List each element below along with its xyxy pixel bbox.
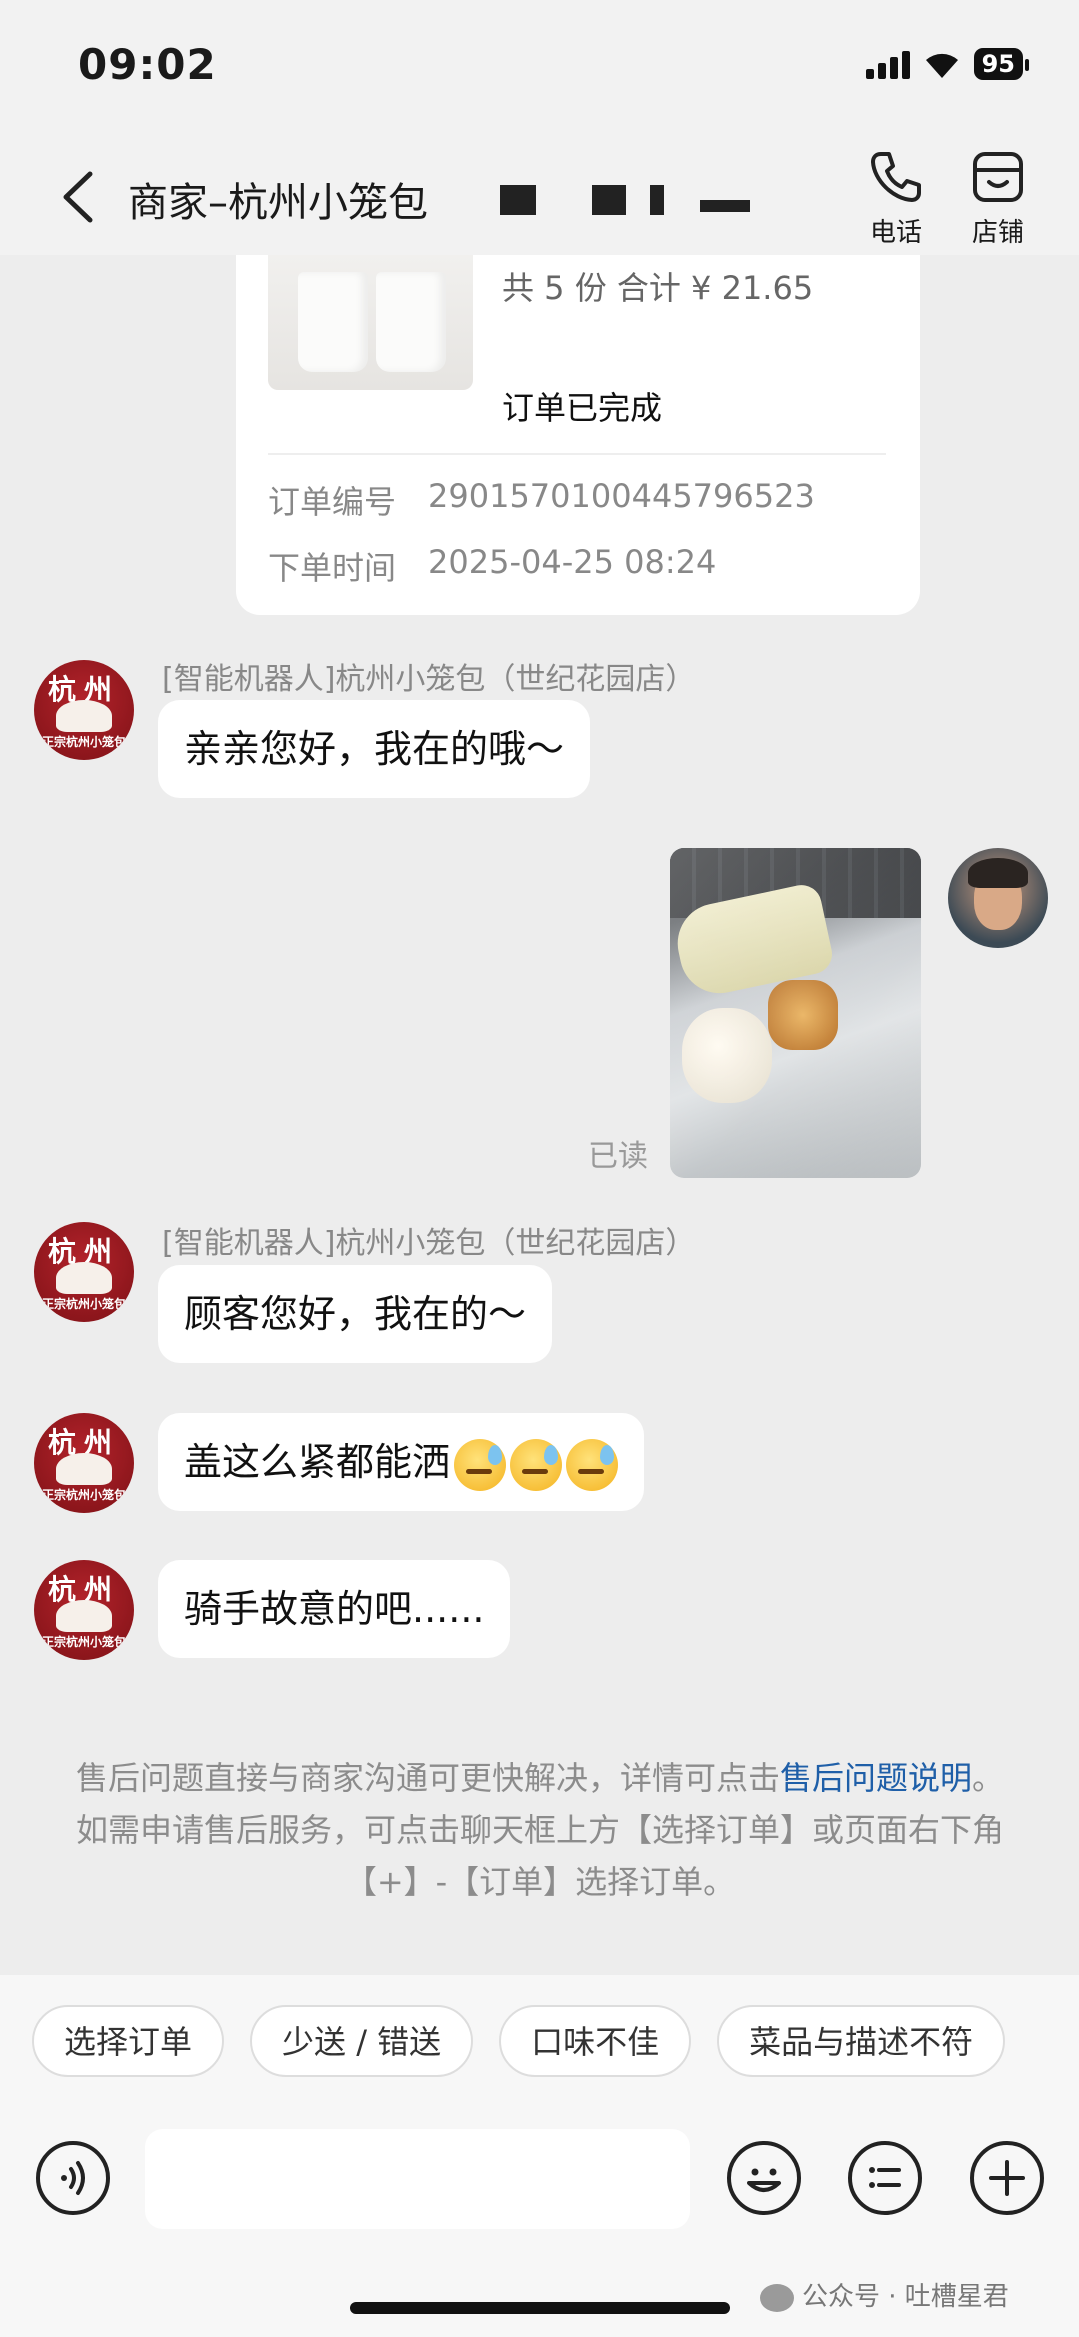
message-text: 盖这么紧都能洒 bbox=[184, 1440, 451, 1484]
sender-name: [智能机器人]杭州小笼包（世纪花园店） bbox=[162, 1226, 696, 1261]
sweat-emoji-icon bbox=[510, 1438, 563, 1491]
order-product-image bbox=[268, 255, 473, 390]
status-time: 09:02 bbox=[78, 40, 217, 89]
voice-button[interactable] bbox=[36, 2141, 110, 2215]
phone-label: 电话 bbox=[869, 218, 922, 248]
merchant-avatar[interactable]: 杭州 正宗杭州小笼包 bbox=[34, 660, 134, 760]
sweat-emoji-icon bbox=[454, 1438, 507, 1491]
cellular-signal-icon bbox=[865, 49, 910, 79]
redacted-text bbox=[700, 200, 750, 212]
watermark: 公众号 · 吐槽星君 bbox=[760, 2276, 1009, 2313]
order-time-row: 下单时间 2025-04-25 08:24 bbox=[268, 543, 716, 589]
status-bar: 09:02 95 bbox=[0, 0, 1079, 130]
emoji-button[interactable] bbox=[727, 2141, 801, 2215]
quick-reply-row: 选择订单 少送 / 错送 口味不佳 菜品与描述不符 bbox=[32, 2005, 1006, 2077]
redacted-text bbox=[650, 185, 664, 215]
battery-indicator: 95 bbox=[973, 48, 1030, 80]
sender-name: [智能机器人]杭州小笼包（世纪花园店） bbox=[162, 662, 696, 697]
message-bubble[interactable]: 骑手故意的吧...... bbox=[158, 1560, 511, 1658]
voice-icon bbox=[61, 2161, 85, 2195]
order-number-row: 订单编号 2901570100445796523 bbox=[268, 477, 815, 523]
read-receipt: 已读 bbox=[588, 1139, 648, 1174]
quick-reply-missing-wrong[interactable]: 少送 / 错送 bbox=[250, 2005, 474, 2077]
after-sales-notice: 售后问题直接与商家沟通可更快解决，详情可点击售后问题说明。如需申请售后服务，可点… bbox=[75, 1759, 1005, 1901]
merchant-avatar[interactable]: 杭州 正宗杭州小笼包 bbox=[34, 1413, 134, 1513]
after-sales-link[interactable]: 售后问题说明 bbox=[780, 1759, 972, 1797]
order-number-label: 订单编号 bbox=[268, 483, 397, 521]
more-button[interactable] bbox=[970, 2141, 1044, 2215]
order-summary: 共 5 份 合计 ¥ 21.65 bbox=[502, 269, 814, 307]
phone-icon bbox=[871, 152, 921, 202]
order-number-value: 2901570100445796523 bbox=[428, 477, 815, 515]
merchant-title: 商家–杭州小笼包 bbox=[128, 180, 428, 226]
order-time-label: 下单时间 bbox=[268, 549, 397, 587]
quick-reply-poor-taste[interactable]: 口味不佳 bbox=[499, 2005, 692, 2077]
redacted-text bbox=[500, 185, 536, 215]
message-bubble[interactable]: 亲亲您好，我在的哦～ bbox=[158, 700, 591, 798]
smiley-icon bbox=[747, 2168, 781, 2192]
message-bubble[interactable]: 顾客您好，我在的～ bbox=[158, 1265, 553, 1363]
back-arrow-icon[interactable] bbox=[58, 170, 98, 224]
store-label: 店铺 bbox=[971, 218, 1024, 248]
merchant-avatar[interactable]: 杭州 正宗杭州小笼包 bbox=[34, 1560, 134, 1660]
message-input[interactable] bbox=[145, 2129, 690, 2229]
home-indicator[interactable] bbox=[350, 2302, 730, 2314]
quick-reply-not-as-described[interactable]: 菜品与描述不符 bbox=[717, 2005, 1006, 2077]
sweat-emoji-icon bbox=[566, 1438, 619, 1491]
order-status: 订单已完成 bbox=[502, 389, 663, 427]
merchant-avatar[interactable]: 杭州 正宗杭州小笼包 bbox=[34, 1222, 134, 1322]
list-icon bbox=[869, 2167, 901, 2188]
wechat-icon bbox=[760, 2283, 794, 2312]
quick-reply-select-order[interactable]: 选择订单 bbox=[32, 2005, 225, 2077]
sent-photo[interactable] bbox=[670, 848, 921, 1178]
order-time-value: 2025-04-25 08:24 bbox=[428, 543, 717, 581]
user-avatar[interactable] bbox=[948, 848, 1048, 948]
quick-phrase-button[interactable] bbox=[848, 2141, 922, 2215]
store-button[interactable]: 店铺 bbox=[958, 148, 1038, 249]
phone-button[interactable]: 电话 bbox=[856, 148, 936, 249]
store-icon bbox=[973, 152, 1023, 202]
message-bubble[interactable]: 盖这么紧都能洒 bbox=[158, 1413, 645, 1511]
wifi-icon bbox=[925, 53, 958, 78]
order-card[interactable]: 共 5 份 合计 ¥ 21.65 订单已完成 订单编号 290157010044… bbox=[236, 255, 920, 615]
status-indicators: 95 bbox=[865, 48, 1030, 80]
input-row bbox=[0, 2123, 1079, 2233]
redacted-text bbox=[592, 185, 626, 215]
chat-header: 商家–杭州小笼包 电话 店铺 bbox=[0, 130, 1079, 255]
plus-icon bbox=[989, 2160, 1025, 2196]
divider bbox=[268, 453, 886, 455]
